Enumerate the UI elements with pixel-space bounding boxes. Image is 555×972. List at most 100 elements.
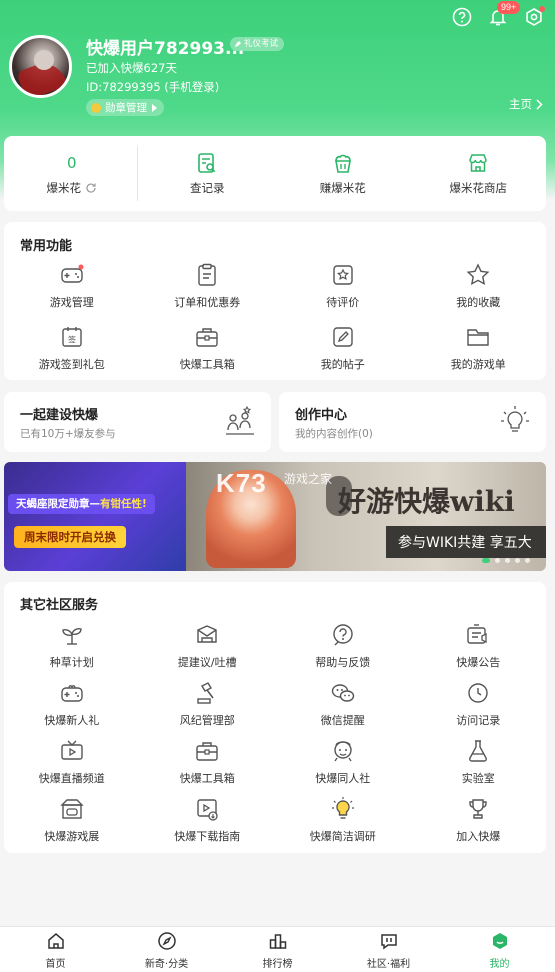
toolbox-icon [194, 738, 220, 764]
common-functions-card: 常用功能 游戏管理 订单和优惠券 待评价 我的收藏 签 游戏签到礼包 快爆工具箱… [4, 222, 546, 380]
tab-ranking-label: 排行榜 [262, 958, 293, 970]
lightbulb-icon [501, 406, 529, 432]
ranking-icon [267, 930, 289, 952]
community-icon [378, 930, 400, 952]
help-icon[interactable] [451, 6, 473, 28]
home-icon [45, 930, 67, 952]
my-game-list-label: 我的游戏单 [450, 358, 506, 371]
check-records-label: 查记录 [190, 180, 225, 195]
earn-popcorn-button[interactable]: 赚爆米花 [275, 136, 411, 211]
join-kuaibao-item[interactable]: 加入快爆 [411, 796, 547, 844]
pending-review-label: 待评价 [326, 296, 360, 309]
my-game-list-item[interactable]: 我的游戏单 [411, 324, 547, 372]
record-search-icon [196, 152, 218, 174]
join-kuaibao-label: 加入快爆 [456, 830, 501, 843]
chevron-right-icon [536, 98, 543, 110]
game-signin-gift-label: 游戏签到礼包 [38, 358, 105, 371]
game-expo-label: 快爆游戏展 [44, 830, 100, 843]
creator-center-subtitle: 我的内容创作(0) [295, 428, 373, 440]
suggestion-icon [194, 622, 220, 648]
survey-item[interactable]: 快爆简洁调研 [275, 796, 411, 844]
fan-art-icon [330, 738, 356, 764]
edit-post-icon [330, 324, 356, 350]
bottom-tab-bar: 首页 新奇·分类 排行榜 社区·福利 我的 [0, 926, 555, 972]
banner-pagination [482, 558, 530, 563]
calendar-sign-icon: 签 [59, 324, 85, 350]
caret-right-icon [152, 103, 157, 112]
home-link[interactable]: 主页 [509, 96, 543, 112]
other-services-title: 其它社区服务 [20, 598, 99, 613]
banner-wiki-promo: K73 游戏之家 好游快爆wiki 参与WIKI共建 享五大 [186, 462, 546, 571]
refresh-icon[interactable] [85, 182, 97, 194]
home-link-label: 主页 [509, 97, 532, 111]
tab-profile-label: 我的 [489, 958, 510, 970]
fan-club-item[interactable]: 快爆同人社 [275, 738, 411, 786]
discipline-dept-item[interactable]: 风纪管理部 [140, 680, 276, 728]
announcement-icon [465, 622, 491, 648]
pending-review-item[interactable]: 待评价 [275, 262, 411, 310]
announcement-item[interactable]: 快爆公告 [411, 622, 547, 670]
download-guide-icon [194, 796, 220, 822]
tab-profile[interactable]: 我的 [444, 927, 555, 972]
toolbox-item[interactable]: 快爆工具箱 [140, 324, 276, 372]
help-feedback-item[interactable]: 帮助与反馈 [275, 622, 411, 670]
orders-coupons-item[interactable]: 订单和优惠券 [140, 262, 276, 310]
download-guide-item[interactable]: 快爆下载指南 [140, 796, 276, 844]
settings-icon[interactable] [523, 6, 545, 28]
visit-history-label: 访问记录 [456, 714, 501, 727]
build-kuaibao-subtitle: 已有10万+爆友参与 [20, 428, 116, 440]
store-icon [467, 152, 489, 174]
earn-popcorn-label: 赚爆米花 [319, 180, 366, 195]
medal-management-button[interactable]: 勋章管理 [86, 99, 164, 116]
lab-item[interactable]: 实验室 [411, 738, 547, 786]
game-signin-gift-item[interactable]: 签 游戏签到礼包 [4, 324, 140, 372]
tab-community[interactable]: 社区·福利 [333, 927, 444, 972]
visit-history-item[interactable]: 访问记录 [411, 680, 547, 728]
announcement-label: 快爆公告 [456, 656, 501, 669]
flask-icon [465, 738, 491, 764]
popcorn-balance[interactable]: 0 爆米花 [4, 136, 140, 211]
svg-text:签: 签 [68, 335, 76, 345]
newbie-gift-item[interactable]: 快爆新人礼 [4, 680, 140, 728]
notification-badge: 99+ [497, 1, 521, 14]
build-people-icon [226, 405, 254, 435]
my-favorites-item[interactable]: 我的收藏 [411, 262, 547, 310]
popcorn-store-button[interactable]: 爆米花商店 [411, 136, 547, 211]
orders-coupons-label: 订单和优惠券 [174, 296, 241, 309]
tab-discover-label: 新奇·分类 [144, 958, 189, 970]
my-favorites-label: 我的收藏 [456, 296, 501, 309]
top-icons: 99+ [451, 1, 545, 28]
live-channel-item[interactable]: 快爆直播频道 [4, 738, 140, 786]
banner-wiki-subtitle: 参与WIKI共建 享五大 [398, 535, 532, 551]
bell-icon[interactable]: 99+ [487, 1, 521, 28]
game-management-item[interactable]: 游戏管理 [4, 262, 140, 310]
medal-label: 勋章管理 [105, 102, 147, 114]
tab-home[interactable]: 首页 [0, 927, 111, 972]
suggestion-label: 提建议/吐槽 [177, 656, 237, 669]
discipline-dept-label: 风纪管理部 [179, 714, 235, 727]
avatar[interactable] [9, 35, 72, 98]
creator-center-card[interactable]: 创作中心 我的内容创作(0) [279, 392, 546, 452]
tab-ranking[interactable]: 排行榜 [222, 927, 333, 972]
grass-plan-item[interactable]: 种草计划 [4, 622, 140, 670]
banner-k73-sub: 游戏之家 [284, 472, 333, 486]
toolbox-item-2[interactable]: 快爆工具箱 [140, 738, 276, 786]
username[interactable]: 快爆用户782993... [86, 34, 244, 59]
build-kuaibao-card[interactable]: 一起建设快爆 已有10万+爆友参与 [4, 392, 271, 452]
check-records-button[interactable]: 查记录 [140, 136, 276, 211]
wechat-reminder-item[interactable]: 微信提醒 [275, 680, 411, 728]
game-expo-item[interactable]: 快爆游戏展 [4, 796, 140, 844]
tab-home-label: 首页 [45, 958, 66, 970]
level-tag-label: 礼仪考试 [244, 39, 279, 49]
my-posts-item[interactable]: 我的帖子 [275, 324, 411, 372]
tab-discover[interactable]: 新奇·分类 [111, 927, 222, 972]
help-feedback-icon [330, 622, 356, 648]
gavel-icon [194, 680, 220, 706]
suggestion-item[interactable]: 提建议/吐槽 [140, 622, 276, 670]
download-guide-label: 快爆下载指南 [174, 830, 241, 843]
popcorn-count: 0 [66, 153, 77, 172]
promo-banner[interactable]: 天蝎座限定勋章—有钳任性! 周末限时开启兑换 K73 游戏之家 好游快爆wiki… [4, 462, 546, 571]
other-services-card: 其它社区服务 种草计划 提建议/吐槽 帮助与反馈 快爆公告 快爆新人礼 风纪管理… [4, 582, 546, 853]
game-expo-icon [59, 796, 85, 822]
level-tag[interactable]: 礼仪考试 [230, 37, 285, 51]
